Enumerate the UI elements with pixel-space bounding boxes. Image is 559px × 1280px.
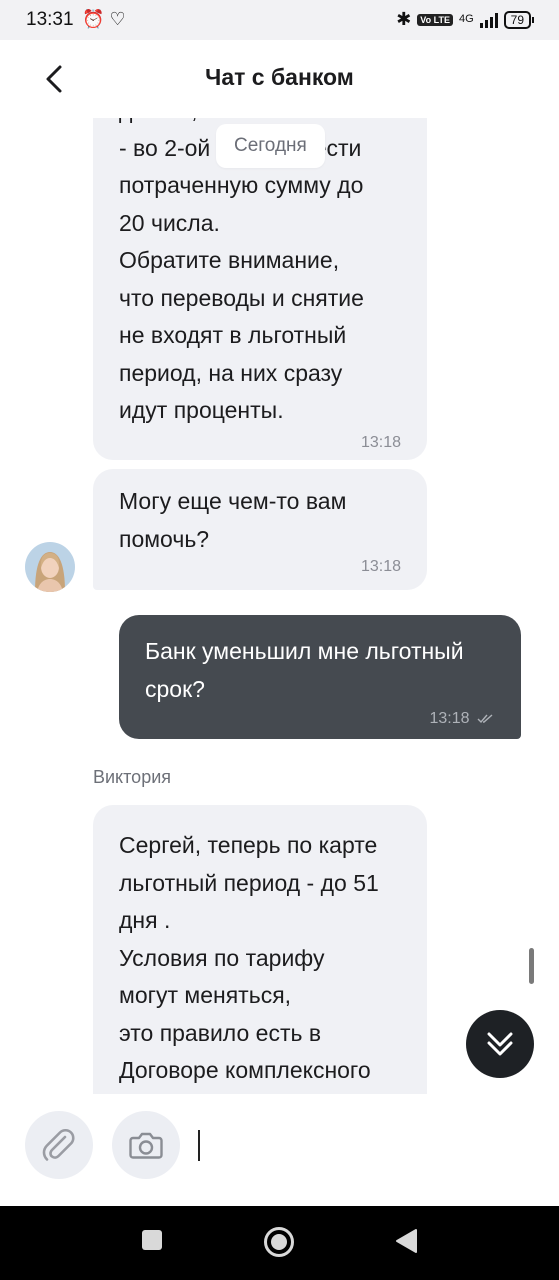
avatar xyxy=(25,542,75,592)
message-time: 13:18 xyxy=(429,710,470,727)
home-circle-icon[interactable] xyxy=(262,1225,296,1259)
network-type: 4G xyxy=(458,13,474,25)
recents-square-icon[interactable] xyxy=(140,1228,164,1252)
message-text: Сергей, теперь по карте льготный период … xyxy=(119,832,379,1083)
scroll-to-bottom-button[interactable] xyxy=(466,1010,534,1078)
status-right-icons: ✱ Vo LTE 4G 79 xyxy=(396,9,535,30)
agent-avatar-icon xyxy=(25,542,75,592)
message-input[interactable] xyxy=(198,1121,532,1163)
message-time: 13:18 xyxy=(360,558,401,575)
double-chevron-down-icon xyxy=(487,1032,513,1056)
text-cursor xyxy=(198,1130,200,1161)
heart-pulse-icon: ♡ xyxy=(109,9,126,29)
system-navigation-bar xyxy=(0,1206,559,1280)
back-triangle-icon[interactable] xyxy=(394,1228,418,1254)
chat-header: Чат с банком xyxy=(0,40,559,118)
message-bubble-incoming: Могу еще чем-то вам помочь? 13:18 xyxy=(93,469,427,590)
message-text: Банк уменьшил мне льготный срок? xyxy=(145,638,464,702)
message-bubble-incoming: Сергей, теперь по карте льготный период … xyxy=(93,805,427,1094)
signal-icon xyxy=(479,12,498,28)
battery-icon: 79 xyxy=(503,10,535,29)
attach-button[interactable] xyxy=(25,1111,93,1179)
message-input-bar xyxy=(0,1094,559,1206)
paperclip-icon xyxy=(42,1128,75,1161)
chat-messages[interactable]: деньги, - во 2-ой месяц внести потраченн… xyxy=(0,118,559,1094)
bluetooth-icon: ✱ xyxy=(396,9,412,29)
status-time: 13:31 xyxy=(26,9,74,30)
sender-name: Виктория xyxy=(93,767,172,787)
alarm-icon: ⏰ xyxy=(82,9,105,29)
message-text: Могу еще чем-то вам помочь? xyxy=(119,488,347,552)
camera-icon xyxy=(129,1132,163,1159)
double-check-icon xyxy=(477,714,493,723)
status-left-icons: ⏰ ♡ xyxy=(82,9,126,30)
date-separator: Сегодня xyxy=(216,124,325,168)
page-title: Чат с банком xyxy=(205,64,354,90)
camera-button[interactable] xyxy=(112,1111,180,1179)
message-bubble-outgoing: Банк уменьшил мне льготный срок? 13:18 xyxy=(119,615,521,739)
message-time: 13:18 xyxy=(360,433,401,451)
status-bar: 13:31 ⏰ ♡ ✱ Vo LTE 4G 79 xyxy=(0,0,559,40)
volte-icon: Vo LTE xyxy=(417,13,453,26)
scroll-indicator[interactable] xyxy=(529,948,534,984)
message-bubble-incoming: деньги, - во 2-ой месяц внести потраченн… xyxy=(93,118,427,460)
message-meta: 13:18 xyxy=(145,710,495,728)
